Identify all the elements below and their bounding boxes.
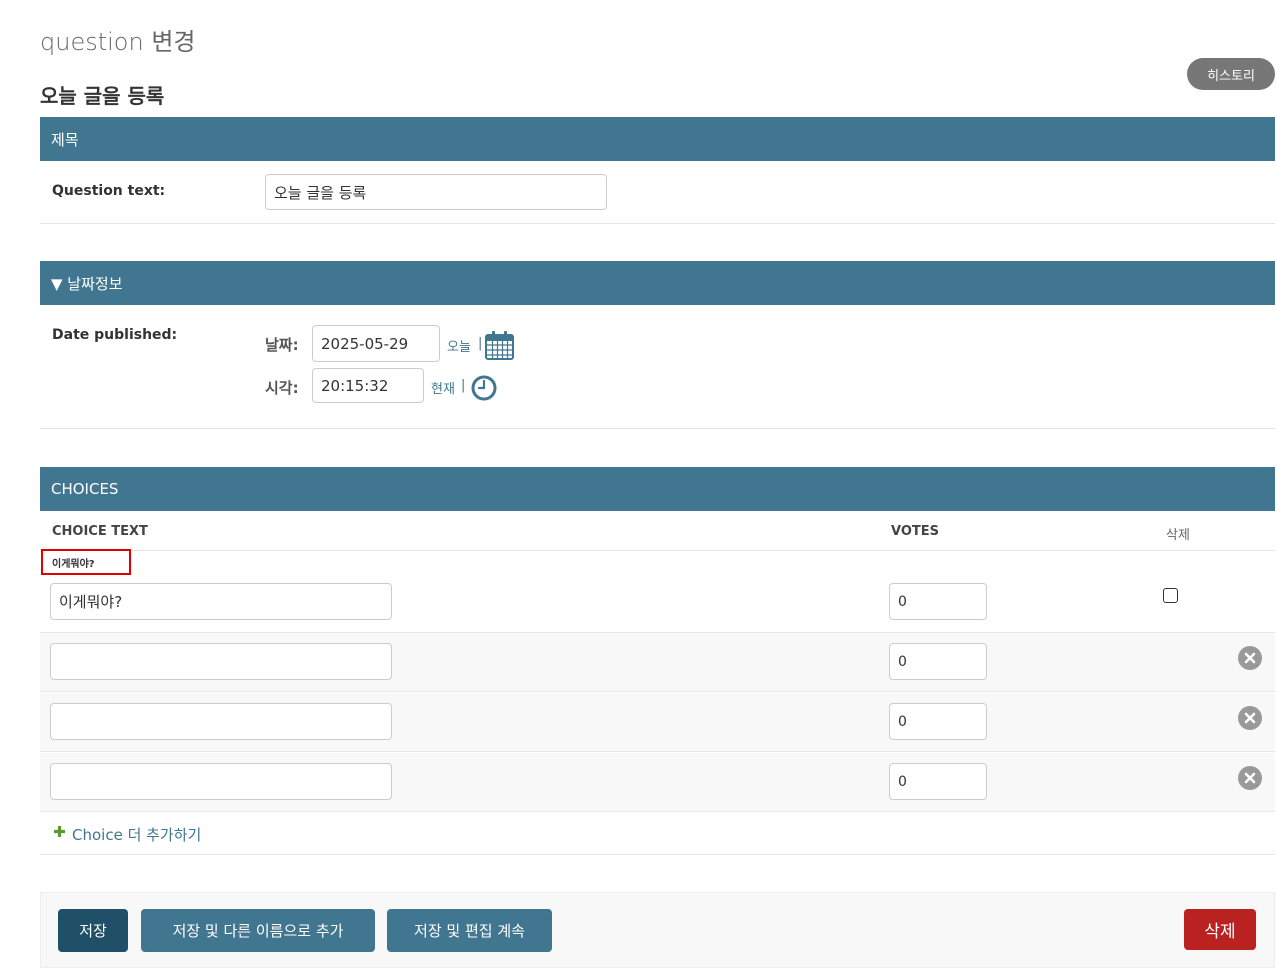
divider bbox=[40, 223, 1275, 224]
date-input[interactable]: 2025-05-29 bbox=[312, 325, 440, 362]
choice-text-input[interactable]: 이게뭐야? bbox=[50, 583, 392, 620]
section-header-choices: CHOICES bbox=[40, 467, 1275, 511]
calendar-icon[interactable] bbox=[485, 330, 515, 364]
divider bbox=[40, 428, 1275, 429]
date-label: 날짜: bbox=[265, 336, 299, 354]
choice-text-input[interactable] bbox=[50, 703, 392, 740]
delete-row-icon[interactable] bbox=[1238, 706, 1262, 730]
save-add-another-button[interactable]: 저장 및 다른 이름으로 추가 bbox=[141, 909, 375, 952]
delete-row-icon[interactable] bbox=[1238, 646, 1262, 670]
page-title: question 변경 bbox=[40, 28, 196, 56]
delete-button[interactable]: 삭제 bbox=[1184, 909, 1256, 950]
add-row bbox=[40, 813, 1275, 855]
date-published-label: Date published: bbox=[52, 327, 178, 343]
save-continue-button[interactable]: 저장 및 편집 계속 bbox=[387, 909, 552, 952]
separator: | bbox=[461, 378, 466, 393]
question-text-input[interactable]: 오늘 글을 등록 bbox=[265, 174, 607, 210]
column-header-choice-text: CHOICE TEXT bbox=[52, 524, 148, 539]
divider bbox=[40, 550, 1275, 551]
today-link[interactable]: 오늘 bbox=[447, 336, 471, 355]
column-header-delete: 삭제 bbox=[1166, 528, 1190, 543]
save-button[interactable]: 저장 bbox=[58, 909, 128, 952]
history-button[interactable]: 히스토리 bbox=[1187, 58, 1275, 90]
time-input[interactable]: 20:15:32 bbox=[312, 368, 424, 403]
question-text-label: Question text: bbox=[52, 183, 166, 199]
section-header-date[interactable]: ▼ 날짜정보 bbox=[40, 261, 1275, 305]
add-choice-link[interactable]: Choice 더 추가하기 bbox=[72, 824, 201, 845]
clock-icon[interactable] bbox=[471, 375, 497, 405]
section-header-title: 제목 bbox=[40, 117, 1275, 161]
votes-input[interactable]: 0 bbox=[889, 763, 987, 800]
votes-input[interactable]: 0 bbox=[889, 643, 987, 680]
separator: | bbox=[478, 336, 483, 351]
original-choice-label: 이게뭐야? bbox=[41, 549, 131, 575]
time-label: 시각: bbox=[265, 379, 299, 397]
delete-checkbox[interactable] bbox=[1163, 588, 1178, 603]
object-title: 오늘 글을 등록 bbox=[40, 84, 165, 108]
choice-text-input[interactable] bbox=[50, 763, 392, 800]
delete-row-icon[interactable] bbox=[1238, 766, 1262, 790]
votes-input[interactable]: 0 bbox=[889, 703, 987, 740]
choice-text-input[interactable] bbox=[50, 643, 392, 680]
now-link[interactable]: 현재 bbox=[431, 378, 455, 397]
add-icon[interactable] bbox=[53, 825, 66, 842]
column-header-votes: VOTES bbox=[891, 524, 939, 539]
votes-input[interactable]: 0 bbox=[889, 583, 987, 620]
